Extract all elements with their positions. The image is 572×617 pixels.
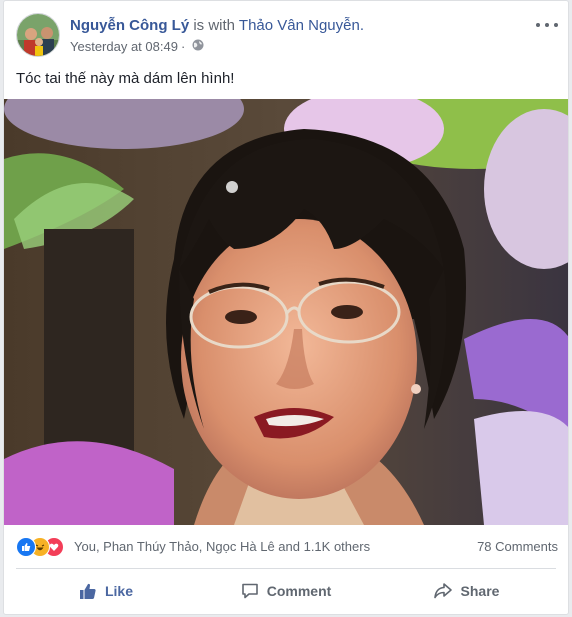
reaction-summary[interactable]: You, Phan Thúy Thảo, Ngọc Hà Lê and 1.1K… xyxy=(74,539,370,555)
thumbs-up-icon xyxy=(79,583,96,599)
reactions-bar: You, Phan Thúy Thảo, Ngọc Hà Lê and 1.1K… xyxy=(4,529,568,565)
share-icon xyxy=(433,583,452,599)
post-meta: Yesterday at 08:49 · xyxy=(70,39,204,55)
author-line: Nguyễn Công Lý is with Thảo Vân Nguyễn. xyxy=(70,17,364,35)
post-actions: Like Comment Share xyxy=(16,571,556,611)
post-card: Nguyễn Công Lý is with Thảo Vân Nguyễn. … xyxy=(3,0,569,615)
like-button[interactable]: Like xyxy=(16,571,196,611)
meta-separator: · xyxy=(180,39,186,54)
post-photo[interactable] xyxy=(4,99,568,525)
like-label: Like xyxy=(104,583,133,599)
post-header: Nguyễn Công Lý is with Thảo Vân Nguyễn. … xyxy=(4,1,568,63)
post-caption: Tóc tai thế này mà dám lên hình! xyxy=(16,70,235,87)
globe-icon[interactable] xyxy=(192,39,204,55)
like-reaction-icon xyxy=(16,537,36,557)
share-label: Share xyxy=(460,583,500,599)
tagged-user[interactable]: Thảo Vân Nguyễn. xyxy=(239,17,364,34)
divider xyxy=(16,568,556,569)
comment-label: Comment xyxy=(266,583,332,599)
avatar-image xyxy=(17,14,59,56)
more-options-icon[interactable] xyxy=(536,19,558,31)
author-name[interactable]: Nguyễn Công Lý xyxy=(70,17,189,34)
with-text: is with xyxy=(189,17,239,34)
share-button[interactable]: Share xyxy=(376,571,556,611)
comment-button[interactable]: Comment xyxy=(196,571,376,611)
post-timestamp[interactable]: Yesterday at 08:49 xyxy=(70,39,178,55)
avatar[interactable] xyxy=(16,13,60,57)
reaction-icons[interactable] xyxy=(16,537,76,557)
comments-count[interactable]: 78 Comments xyxy=(477,539,558,555)
comment-icon xyxy=(241,583,258,599)
